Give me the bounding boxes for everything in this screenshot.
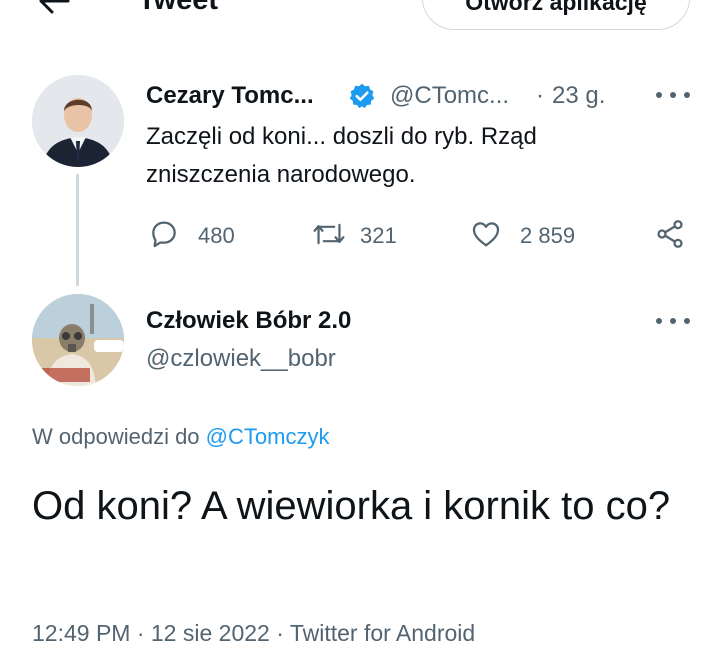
author-handle[interactable]: @CTomc... [390,82,509,110]
like-icon [470,218,502,255]
reply-count: 480 [198,223,235,248]
top-bar: Tweet Otwórz aplikację [0,0,720,40]
more-icon[interactable] [656,89,690,101]
reply-button[interactable]: 480 [148,218,235,254]
open-app-button[interactable]: Otwórz aplikację [422,0,690,30]
verified-badge-icon [348,82,376,110]
reply-context: W odpowiedzi do @CTomczyk [32,424,329,450]
author-handle[interactable]: @czlowiek__bobr [146,345,336,373]
author-name[interactable]: Cezary Tomc... [146,82,314,110]
retweet-icon [312,218,346,255]
tweet-text: Zaczęli od koni... doszli do ryb. Rząd z… [146,123,537,188]
share-button[interactable] [654,218,686,254]
author-name[interactable]: Człowiek Bóbr 2.0 [146,307,351,335]
retweet-count: 321 [360,223,397,248]
back-arrow-icon[interactable] [36,0,72,16]
more-icon[interactable] [656,315,690,327]
tweet-time[interactable]: 23 g. [552,82,605,110]
like-button[interactable]: 2 859 [470,218,575,254]
avatar[interactable] [32,75,124,167]
thread-connector [76,174,79,286]
reply-to-prefix: W odpowiedzi do [32,424,200,449]
retweet-button[interactable]: 321 [312,218,397,254]
page-title: Tweet [138,0,219,16]
tweet-text: Od koni? A wiewiorka i kornik to co? [32,484,671,528]
tweet-timestamp[interactable]: 12:49 PM · 12 sie 2022 · Twitter for And… [32,620,475,647]
reply-to-mention[interactable]: @CTomczyk [206,424,330,449]
share-icon [654,218,686,255]
separator: · [536,82,544,109]
reply-icon [148,218,180,255]
avatar[interactable] [32,294,124,386]
like-count: 2 859 [520,223,576,248]
